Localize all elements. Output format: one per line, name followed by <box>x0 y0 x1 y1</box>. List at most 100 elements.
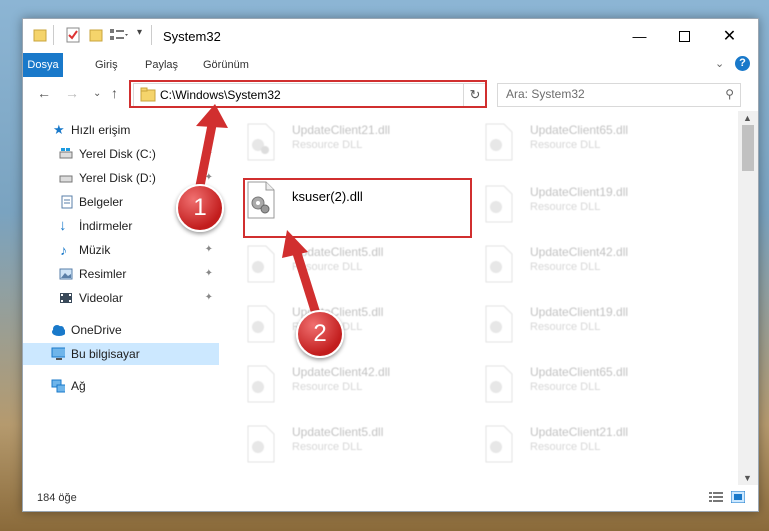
arrow-up-icon: ↑ <box>111 85 118 101</box>
tab-home[interactable]: Giriş <box>85 53 128 77</box>
computer-icon <box>51 347 65 360</box>
sidebar-item-label: Belgeler <box>79 195 124 209</box>
expand-ribbon-icon[interactable]: ⌄ <box>715 57 724 70</box>
sidebar-item-label: Hızlı erişim <box>71 123 131 137</box>
customize-toolbar-icon[interactable]: ▾ <box>137 27 142 38</box>
file-type: Resource DLL <box>530 261 601 273</box>
scroll-down-icon[interactable]: ▼ <box>743 473 752 483</box>
properties-icon[interactable] <box>65 27 81 43</box>
file-type: Resource DLL <box>292 441 363 453</box>
vertical-scrollbar[interactable]: ▲ ▼ <box>738 111 758 485</box>
dll-file-icon <box>247 245 275 283</box>
scrollbar-thumb[interactable] <box>742 125 754 171</box>
maximize-icon <box>679 30 690 42</box>
sidebar-item-label: Müzik <box>79 243 111 257</box>
close-icon: ✕ <box>722 28 737 45</box>
folder-icon[interactable] <box>33 27 47 43</box>
file-type: Resource DLL <box>530 139 601 151</box>
file-name: UpdateClient5.dll <box>292 425 384 439</box>
sidebar-item-label: Ağ <box>71 379 86 393</box>
file-name: UpdateClient5.dll <box>292 245 384 259</box>
music-icon: ♪ <box>60 242 67 258</box>
file-type: Resource DLL <box>530 201 601 213</box>
pin-icon[interactable]: ✦ <box>205 143 213 165</box>
dll-file-icon <box>247 123 275 161</box>
file-type: Resource DLL <box>292 381 363 393</box>
sidebar-item-this-pc[interactable]: Bu bilgisayar <box>23 343 219 365</box>
minimize-button[interactable]: — <box>617 19 662 53</box>
pin-icon[interactable]: ✦ <box>205 287 213 309</box>
video-icon <box>60 293 72 303</box>
file-item[interactable]: UpdateClient65.dll Resource DLL <box>458 361 688 409</box>
item-count: 184 öğe <box>37 492 77 504</box>
file-name: UpdateClient42.dll <box>292 365 391 379</box>
chevron-down-icon: ⌄ <box>93 88 102 99</box>
file-item[interactable]: UpdateClient21.dll Resource DLL <box>458 421 688 469</box>
file-item[interactable]: UpdateClient5.dll Resource DLL <box>220 421 450 469</box>
separator <box>53 25 54 45</box>
dll-file-icon <box>247 425 275 463</box>
new-folder-icon[interactable] <box>89 27 103 43</box>
file-name: UpdateClient21.dll <box>530 425 629 439</box>
file-item[interactable]: UpdateClient42.dll Resource DLL <box>458 241 688 289</box>
pin-icon[interactable]: ✦ <box>205 263 213 285</box>
file-type: Resource DLL <box>530 441 601 453</box>
help-icon[interactable]: ? <box>735 56 750 71</box>
sidebar-item-label: Videolar <box>79 291 123 305</box>
file-item[interactable]: UpdateClient19.dll Resource DLL <box>458 301 688 349</box>
sidebar-item-label: Resimler <box>79 267 127 281</box>
file-item[interactable]: UpdateClient19.dll Resource DLL <box>458 181 688 229</box>
file-highlight <box>243 178 472 238</box>
download-icon: ↓ <box>59 217 67 234</box>
minimize-icon: — <box>632 28 647 44</box>
details-view-icon[interactable] <box>709 491 723 503</box>
file-item[interactable]: UpdateClient42.dll Resource DLL <box>220 361 450 409</box>
maximize-button[interactable] <box>662 19 707 53</box>
pictures-icon <box>59 268 73 280</box>
file-name: UpdateClient21.dll <box>292 123 391 137</box>
close-button[interactable]: ✕ <box>707 19 752 53</box>
tab-file[interactable]: Dosya <box>23 53 63 77</box>
sidebar-item-label: İndirmeler <box>79 219 133 233</box>
scroll-up-icon[interactable]: ▲ <box>743 113 752 123</box>
star-icon: ★ <box>53 122 65 137</box>
view-menu-icon[interactable] <box>109 27 129 43</box>
sidebar-item-network[interactable]: Ağ <box>23 375 219 397</box>
sidebar-item-videos[interactable]: Videolar ✦ <box>23 287 219 309</box>
file-type: Resource DLL <box>530 381 601 393</box>
file-item[interactable]: UpdateClient65.dll Resource DLL <box>458 119 688 167</box>
back-button[interactable]: ← <box>37 85 51 101</box>
tab-share[interactable]: Paylaş <box>135 53 188 77</box>
drive-icon <box>59 175 73 183</box>
dll-file-icon <box>485 123 513 161</box>
search-box[interactable]: ⚲ <box>497 83 741 107</box>
up-button[interactable]: ↑ <box>111 85 118 101</box>
arrow-right-icon: → <box>65 85 79 101</box>
tab-view[interactable]: Görünüm <box>193 53 259 77</box>
window-title: System32 <box>163 29 221 44</box>
dll-file-icon <box>485 425 513 463</box>
file-name: UpdateClient19.dll <box>530 185 629 199</box>
dll-file-icon <box>247 305 275 343</box>
ribbon-tabs: Dosya Giriş Paylaş Görünüm ⌄ ? <box>23 53 758 78</box>
sidebar-item-label: Yerel Disk (D:) <box>79 171 156 185</box>
sidebar-item-quick-access[interactable]: ★ Hızlı erişim <box>23 119 219 141</box>
sidebar-item-local-disk-c[interactable]: Yerel Disk (C:) ✦ <box>23 143 219 165</box>
large-icons-view-icon[interactable] <box>731 491 745 503</box>
dll-file-icon <box>247 365 275 403</box>
search-icon: ⚲ <box>725 87 734 101</box>
sidebar-item-pictures[interactable]: Resimler ✦ <box>23 263 219 285</box>
file-item[interactable]: UpdateClient5.dll Resource DLL <box>220 241 450 289</box>
recent-locations-button[interactable]: ⌄ <box>93 88 101 99</box>
forward-button[interactable]: → <box>65 85 79 101</box>
file-item[interactable]: UpdateClient21.dll Resource DLL <box>220 119 450 167</box>
file-name: UpdateClient19.dll <box>530 305 629 319</box>
title-bar: ▾ System32 — ✕ <box>23 19 758 53</box>
step-marker-1: 1 <box>176 184 224 232</box>
search-input[interactable] <box>498 84 716 104</box>
sidebar-item-music[interactable]: ♪ Müzik ✦ <box>23 239 219 261</box>
pin-icon[interactable]: ✦ <box>205 239 213 261</box>
sidebar-item-label: Yerel Disk (C:) <box>79 147 156 161</box>
navigation-pane: ★ Hızlı erişim Yerel Disk (C:) ✦ Yerel D… <box>23 111 219 485</box>
sidebar-item-onedrive[interactable]: OneDrive <box>23 319 219 341</box>
